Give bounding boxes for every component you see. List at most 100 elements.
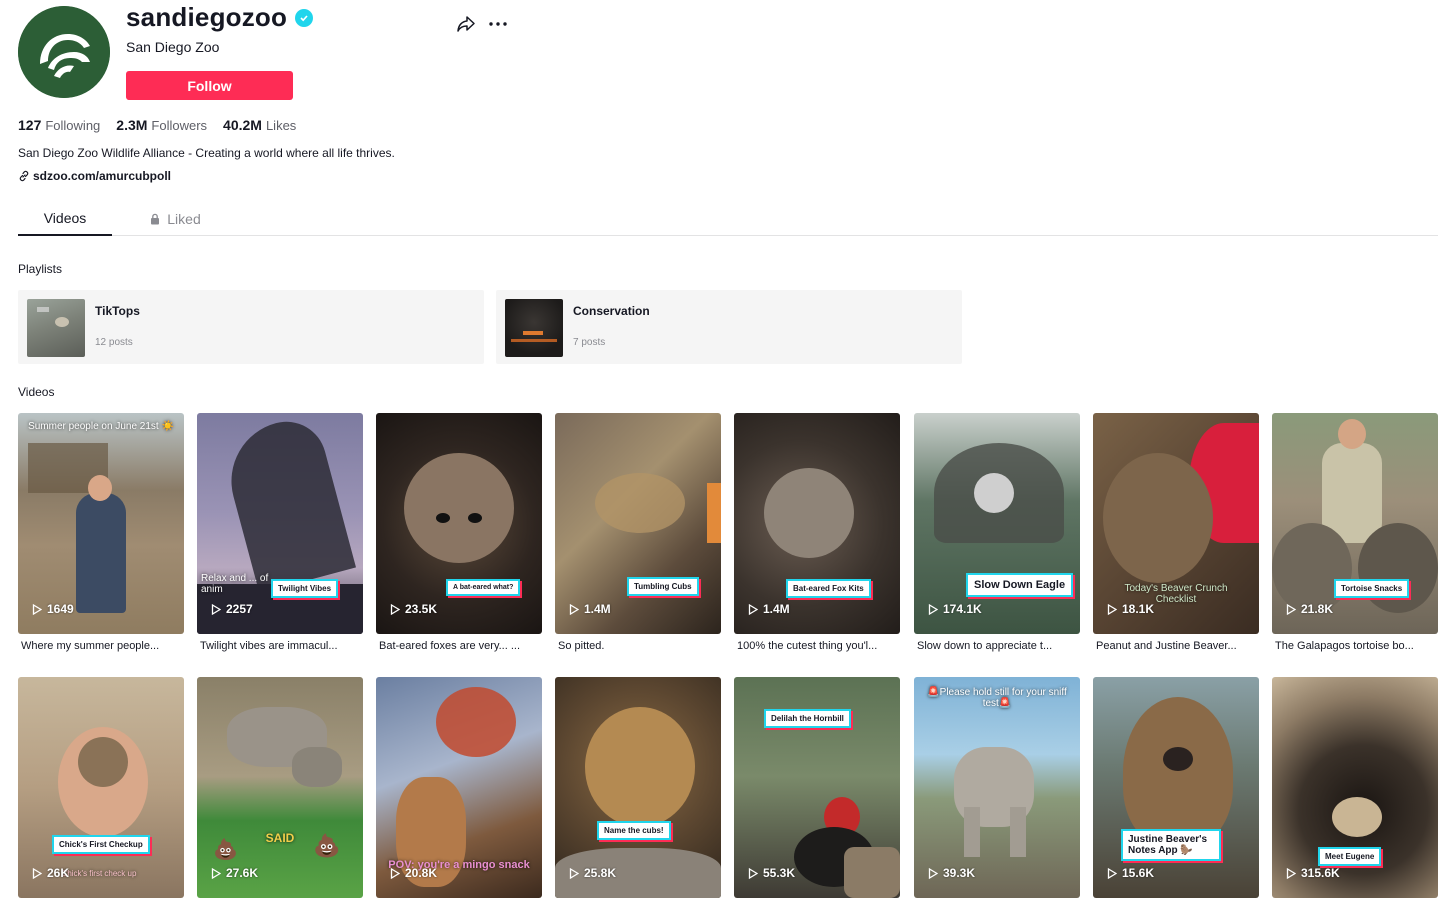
playlist-count: 12 posts	[95, 337, 133, 348]
video-overlay-text: Relax and ... of anim	[201, 573, 269, 595]
view-count-text: 1.4M	[763, 602, 790, 616]
video-thumbnail: Bat-eared Fox Kits	[734, 413, 900, 634]
stat-followers[interactable]: 2.3M Followers	[116, 117, 207, 133]
view-count-text: 26K	[47, 866, 70, 880]
video-sticker: Chick's First Checkup	[52, 835, 150, 854]
view-count-text: 15.6K	[1122, 866, 1155, 880]
play-icon	[390, 867, 400, 879]
view-count-text: 315.6K	[1301, 866, 1340, 880]
video-caption[interactable]: Where my summer people...	[21, 640, 183, 652]
playlist-title: Conservation	[573, 304, 650, 318]
playlist-thumbnail	[27, 299, 85, 357]
view-count-text: 1.4M	[584, 602, 611, 616]
video-caption[interactable]: Twilight vibes are immacul...	[200, 640, 362, 652]
video-thumbnail: Tumbling Cubs	[555, 413, 721, 634]
poop-icon: 💩	[313, 833, 341, 858]
playlist-title: TikTops	[95, 304, 140, 318]
view-count-text: 20.8K	[405, 866, 438, 880]
play-icon	[748, 867, 758, 879]
video-sticker: Justine Beaver's Notes App 🦫	[1121, 829, 1221, 861]
play-icon	[928, 603, 938, 615]
video-thumbnail: Name the cubs!	[555, 677, 721, 898]
link-icon	[19, 170, 29, 182]
playlist-card[interactable]: Conservation 7 posts	[496, 290, 962, 364]
play-icon	[390, 603, 400, 615]
view-count-text: 21.8K	[1301, 602, 1334, 616]
verified-icon	[295, 8, 314, 27]
tab-label: Videos	[43, 210, 87, 226]
video-thumbnail: 🚨Please hold still for your sniff test🚨	[914, 677, 1080, 898]
video-thumbnail: Chick's First Checkup Chick's first chec…	[18, 677, 184, 898]
profile-link-text: sdzoo.com/amurcubpoll	[33, 169, 172, 183]
video-thumbnail: POV: you're a mingo snack	[376, 677, 542, 898]
video-sticker: Twilight Vibes	[271, 579, 339, 598]
stat-label: Followers	[151, 118, 208, 133]
bio: San Diego Zoo Wildlife Alliance - Creati…	[18, 146, 395, 160]
video-caption[interactable]: The Galapagos tortoise bo...	[1275, 640, 1437, 652]
video-caption[interactable]: Peanut and Justine Beaver...	[1096, 640, 1258, 652]
playlist-card[interactable]: TikTops 12 posts	[18, 290, 484, 364]
videos-heading: Videos	[18, 385, 55, 399]
play-icon	[1286, 603, 1296, 615]
poop-icon: 💩	[213, 839, 238, 861]
play-icon	[1286, 867, 1296, 879]
play-icon	[32, 867, 42, 879]
view-count-text: 174.1K	[943, 602, 982, 616]
video-sticker: Meet Eugene	[1318, 847, 1382, 866]
avatar[interactable]	[18, 6, 110, 98]
video-thumbnail: Today's Beaver Crunch Checklist	[1093, 413, 1259, 634]
view-count-text: 23.5K	[405, 602, 438, 616]
playlist-thumbnail	[505, 299, 563, 357]
stat-following[interactable]: 127 Following	[18, 117, 100, 133]
more-icon[interactable]	[487, 13, 509, 35]
video-sticker: Delilah the Hornbill	[764, 709, 851, 728]
profile-stats: 127 Following 2.3M Followers 40.2M Likes	[18, 117, 296, 133]
zoo-logo	[18, 6, 110, 98]
video-overlay-text: Summer people on June 21st ☀️	[28, 421, 174, 432]
play-icon	[748, 603, 758, 615]
video-thumbnail: Delilah the Hornbill	[734, 677, 900, 898]
stat-value: 40.2M	[223, 117, 262, 133]
stat-likes: 40.2M Likes	[223, 117, 296, 133]
play-icon	[211, 867, 221, 879]
video-thumbnail: Slow Down Eagle	[914, 413, 1080, 634]
share-icon[interactable]	[455, 13, 477, 35]
profile-link[interactable]: sdzoo.com/amurcubpoll	[18, 169, 171, 183]
video-sticker: Slow Down Eagle	[966, 573, 1074, 597]
tab-videos[interactable]: Videos	[18, 202, 112, 236]
play-icon	[569, 603, 579, 615]
display-name: San Diego Zoo	[126, 39, 220, 55]
play-icon	[928, 867, 938, 879]
follow-button[interactable]: Follow	[126, 71, 293, 100]
video-caption[interactable]: Bat-eared foxes are very... ...	[379, 640, 541, 652]
video-caption[interactable]: So pitted.	[558, 640, 720, 652]
playlists-heading: Playlists	[18, 262, 63, 276]
stat-value: 127	[18, 117, 42, 133]
play-icon	[569, 867, 579, 879]
tab-liked[interactable]: Liked	[128, 202, 222, 236]
video-thumbnail: Relax and ... of anim Twilight Vibes	[197, 413, 363, 634]
lock-icon	[151, 213, 160, 225]
video-caption[interactable]: Slow down to appreciate t...	[917, 640, 1079, 652]
stat-value: 2.3M	[116, 117, 148, 133]
video-caption[interactable]: 100% the cutest thing you'l...	[737, 640, 899, 652]
video-sticker: Bat-eared Fox Kits	[786, 579, 871, 598]
play-icon	[211, 603, 221, 615]
stat-label: Likes	[265, 118, 297, 133]
tab-label: Liked	[167, 211, 201, 227]
view-count-text: 1649	[47, 602, 74, 616]
video-thumbnail: Justine Beaver's Notes App 🦫	[1093, 677, 1259, 898]
play-icon	[1107, 603, 1117, 615]
video-sticker: Tortoise Snacks	[1334, 579, 1410, 598]
profile-tabs: Videos Liked	[18, 202, 1438, 236]
username: sandiegozoo	[126, 2, 314, 33]
play-icon	[32, 603, 42, 615]
playlist-count: 7 posts	[573, 337, 606, 348]
view-count-text: 2257	[226, 602, 253, 616]
video-overlay-text: SAID	[265, 831, 295, 845]
view-count-text: 25.8K	[584, 866, 617, 880]
video-sticker: A bat-eared what?	[446, 579, 521, 596]
view-count-text: 18.1K	[1122, 602, 1155, 616]
view-count-text: 55.3K	[763, 866, 796, 880]
video-thumbnail: A bat-eared what?	[376, 413, 542, 634]
